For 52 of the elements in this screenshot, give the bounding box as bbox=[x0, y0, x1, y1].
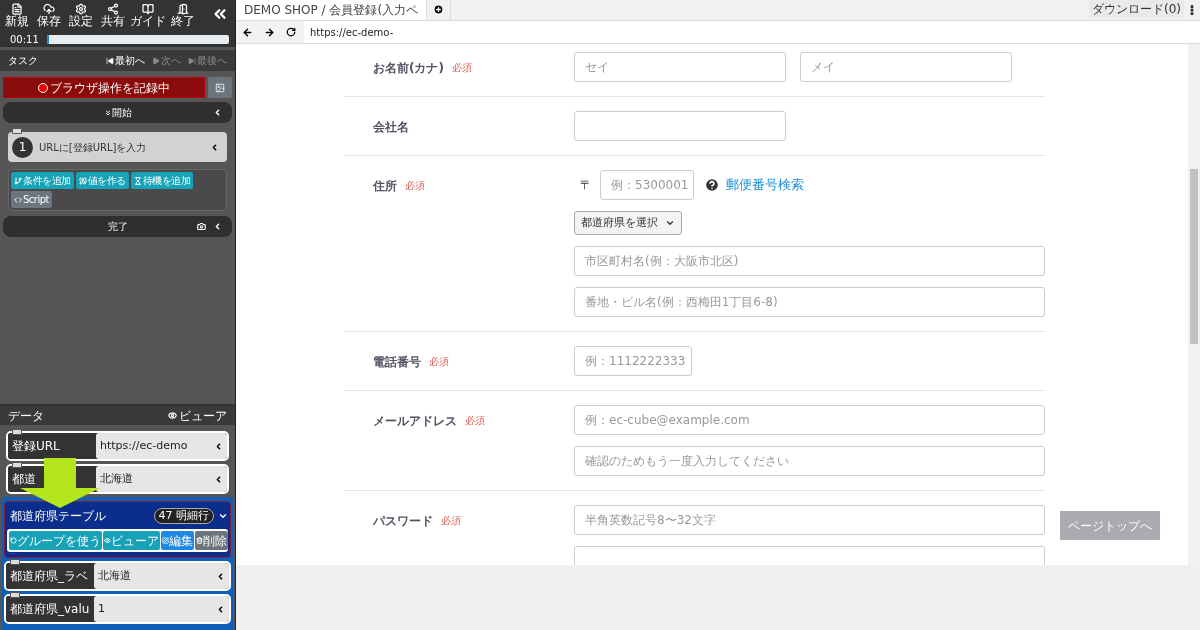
start-label: 開始 bbox=[111, 106, 132, 120]
data-item-name: 都道府県_ラベ bbox=[10, 568, 88, 585]
data-item-name: 都道府県_valu bbox=[10, 601, 90, 618]
required-label: 必須 bbox=[429, 355, 449, 369]
data-item[interactable]: 登録URL https://ec-demo bbox=[6, 431, 229, 461]
required-label: 必須 bbox=[405, 179, 425, 193]
row-count-label: 47 明細行 bbox=[153, 508, 214, 524]
data-item-name: 登録URL bbox=[12, 438, 60, 455]
data-item-value: 北海道 bbox=[98, 567, 131, 584]
postal-search-link[interactable]: 郵便番号検索 bbox=[726, 175, 804, 195]
form-label: 住所 bbox=[373, 178, 397, 195]
required-label: 必須 bbox=[451, 61, 472, 75]
form-label: パスワード bbox=[373, 513, 433, 530]
postal-mark: 〒 bbox=[580, 177, 593, 194]
group-action-button[interactable]: 削除 bbox=[195, 531, 228, 550]
required-label: 必須 bbox=[465, 414, 485, 428]
required-label: 必須 bbox=[441, 514, 461, 528]
data-item-value: https://ec-demo bbox=[100, 437, 188, 454]
data-item-value: 1 bbox=[98, 600, 105, 617]
form-label: 電話番号 bbox=[373, 354, 421, 371]
step-number: 1 bbox=[12, 136, 33, 158]
data-item[interactable]: 都道府県_valu 1 bbox=[4, 594, 231, 624]
browser-tab[interactable]: DEMO SHOP / 会員登録(入力ペ bbox=[236, 0, 428, 20]
end-bar[interactable]: 完了 bbox=[3, 216, 232, 237]
form-label: 会社名 bbox=[373, 119, 409, 136]
start-bar[interactable]: 開始 bbox=[3, 102, 232, 123]
toolbar-button[interactable]: 設定 bbox=[66, 3, 96, 28]
end-label: 完了 bbox=[107, 220, 128, 234]
toolbar-button[interactable]: 新規 bbox=[2, 3, 32, 28]
data-item[interactable]: 都道府県_ラベ 北海道 bbox=[4, 561, 231, 591]
toolbar-button[interactable]: ガイド bbox=[130, 3, 166, 28]
url-field[interactable]: https://ec-demo- bbox=[304, 21, 1200, 43]
form-label: メールアドレス bbox=[373, 413, 457, 430]
toolbar-button[interactable]: 共有 bbox=[98, 3, 128, 28]
record-button[interactable]: ブラウザ操作を記録中 bbox=[3, 77, 205, 98]
data-group[interactable]: 都道府県テーブル 47 明細行 グループを使う ビューア 編集 削除 bbox=[4, 501, 231, 558]
data-item-name: 都道 bbox=[12, 471, 36, 488]
prefecture-select[interactable]: 都道府県を選択 bbox=[574, 211, 682, 235]
timer: 00:11 bbox=[10, 33, 39, 47]
group-name: 都道府県テーブル bbox=[10, 508, 107, 525]
toolbar-button[interactable]: 終了 bbox=[168, 3, 198, 28]
data-title: データ bbox=[8, 407, 45, 425]
toolbar-button[interactable]: 保存 bbox=[34, 3, 64, 28]
form-label: お名前(カナ) bbox=[373, 60, 444, 77]
data-item-value: 北海道 bbox=[100, 470, 133, 487]
download-button[interactable]: ダウンロード(0) bbox=[1089, 0, 1184, 18]
step-label: URLに[登録URL]を入力 bbox=[39, 140, 148, 155]
group-action-button[interactable]: 編集 bbox=[161, 531, 194, 550]
nav-button[interactable]: 最初へ bbox=[106, 53, 145, 68]
viewer-button[interactable]: ビューア bbox=[168, 406, 227, 425]
task-title: タスク bbox=[8, 54, 39, 68]
action-button[interactable]: Script bbox=[11, 191, 52, 208]
